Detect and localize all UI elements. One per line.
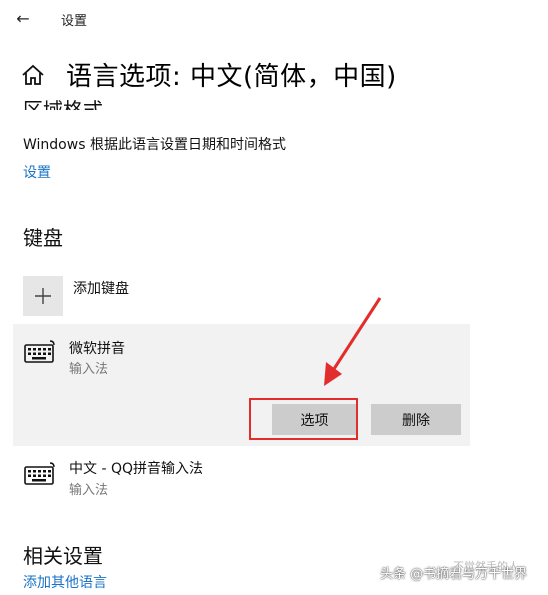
delete-button[interactable]: 删除: [371, 404, 461, 435]
region-format-heading: 区域格式: [23, 98, 103, 110]
add-keyboard-label[interactable]: 添加键盘: [73, 278, 129, 298]
watermark-text: 头条 @书摘君与万千世界: [380, 567, 528, 582]
ime-type: 输入法: [69, 483, 109, 498]
window-title: 设置: [61, 14, 88, 29]
back-button[interactable]: ←: [8, 6, 38, 30]
region-format-description: Windows 根据此语言设置日期和时间格式: [23, 137, 286, 153]
add-other-language-link[interactable]: 添加其他语言: [23, 572, 107, 592]
page-title: 语言选项: 中文(简体，中国): [66, 62, 397, 92]
home-icon[interactable]: [20, 62, 46, 88]
ime-name[interactable]: 中文 - QQ拼音输入法: [69, 458, 203, 478]
plus-icon: [35, 288, 51, 304]
keyboard-icon: [24, 462, 55, 485]
ime-name: 微软拼音: [69, 341, 125, 357]
back-arrow-icon: ←: [16, 8, 30, 28]
keyboard-heading: 键盘: [23, 226, 63, 250]
related-settings-heading: 相关设置: [23, 544, 103, 568]
ime-type: 输入法: [69, 362, 109, 377]
region-settings-link[interactable]: 设置: [23, 162, 51, 182]
add-keyboard-button[interactable]: [23, 276, 63, 316]
annotation-highlight-box: [249, 398, 358, 440]
annotation-arrow-icon: [324, 297, 382, 386]
keyboard-icon: [24, 340, 55, 363]
